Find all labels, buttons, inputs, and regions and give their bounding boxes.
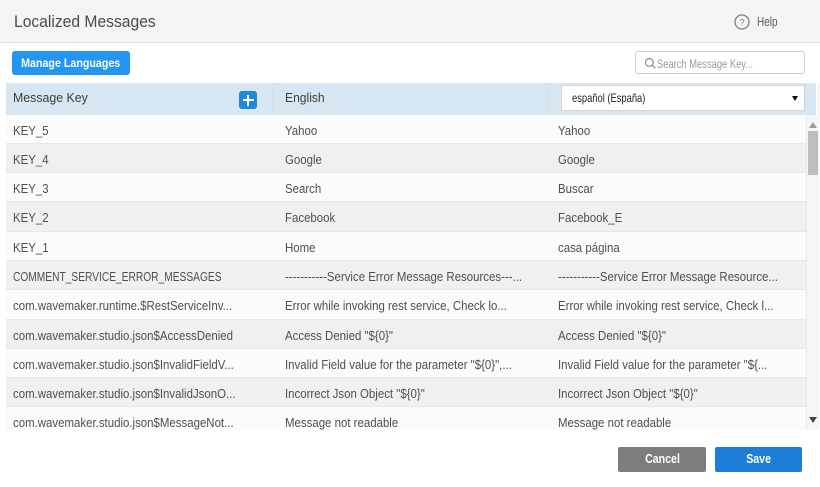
svg-text:?: ? [739, 17, 744, 28]
